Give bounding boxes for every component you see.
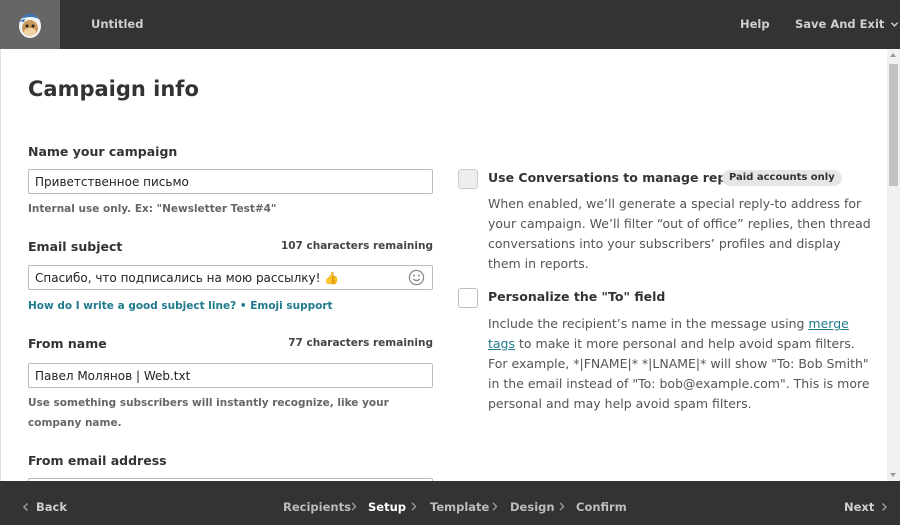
next-label: Next	[844, 500, 875, 514]
subject-characters-remaining: 107 characters remaining	[280, 240, 433, 252]
chevron-right-icon	[492, 502, 498, 511]
from-name-characters-remaining: 77 characters remaining	[288, 337, 433, 349]
paid-accounts-badge: Paid accounts only	[722, 170, 842, 186]
chevron-right-icon	[351, 502, 357, 511]
chevron-right-icon	[882, 502, 888, 512]
scrollbar-thumb[interactable]	[889, 64, 898, 186]
campaign-name-input[interactable]: Приветственное письмо	[28, 169, 433, 194]
scroll-up-arrow-icon[interactable]	[890, 53, 896, 57]
next-button[interactable]: Next	[844, 500, 888, 514]
chevron-right-icon	[411, 502, 417, 511]
from-email-label: From email address	[28, 453, 167, 468]
from-name-hint: Use something subscribers will instantly…	[28, 397, 389, 429]
campaign-name-label: Name your campaign	[28, 144, 178, 159]
step-template[interactable]: Template	[430, 500, 489, 514]
conversations-title: Use Conversations to manage replies	[488, 170, 751, 185]
personalize-to-description: Include the recipient’s name in the mess…	[488, 314, 873, 414]
conversations-checkbox[interactable]	[458, 169, 478, 189]
step-design[interactable]: Design	[510, 500, 555, 514]
campaign-title[interactable]: Untitled	[91, 17, 143, 31]
conversations-description: When enabled, we’ll generate a special r…	[488, 196, 871, 271]
step-recipients[interactable]: Recipients	[283, 500, 351, 514]
subject-help-links: How do I write a good subject line? • Em…	[28, 300, 333, 312]
chevron-right-icon	[559, 502, 565, 511]
chevron-down-icon	[891, 21, 899, 27]
chevron-left-icon	[22, 502, 29, 512]
mailchimp-logo-icon[interactable]	[0, 0, 60, 49]
step-confirm[interactable]: Confirm	[576, 500, 627, 514]
email-subject-input[interactable]: Спасибо, что подписались на мою рассылку…	[28, 265, 433, 290]
email-subject-label: Email subject	[28, 239, 123, 254]
personalize-desc-after: to make it more personal and help avoid …	[488, 336, 870, 411]
back-label: Back	[36, 500, 67, 514]
top-bar: Untitled Help Save And Exit	[0, 0, 900, 49]
save-and-exit-button[interactable]: Save And Exit	[795, 17, 899, 31]
personalize-desc-before: Include the recipient’s name in the mess…	[488, 316, 809, 331]
personalize-to-title: Personalize the "To" field	[488, 289, 666, 304]
link-separator: •	[236, 300, 251, 312]
back-button[interactable]: Back	[22, 500, 67, 514]
from-name-label: From name	[28, 336, 107, 351]
bottom-nav-bar: Back Recipients Setup Template Design Co…	[0, 481, 900, 525]
vertical-scrollbar[interactable]	[887, 49, 900, 481]
subject-line-help-link[interactable]: How do I write a good subject line?	[28, 300, 236, 312]
step-setup[interactable]: Setup	[368, 500, 406, 514]
campaign-name-hint: Internal use only. Ex: "Newsletter Test#…	[28, 203, 277, 215]
main-content: Campaign info Name your campaign Приветс…	[0, 49, 887, 481]
from-name-input[interactable]: Павел Молянов | Web.txt	[28, 363, 433, 388]
emoji-support-link[interactable]: Emoji support	[250, 300, 332, 312]
smiley-icon[interactable]	[408, 269, 425, 286]
scroll-down-arrow-icon[interactable]	[890, 473, 896, 477]
page-title: Campaign info	[28, 77, 199, 101]
save-and-exit-label: Save And Exit	[795, 17, 885, 31]
help-link[interactable]: Help	[740, 17, 770, 31]
personalize-to-checkbox[interactable]	[458, 288, 478, 308]
